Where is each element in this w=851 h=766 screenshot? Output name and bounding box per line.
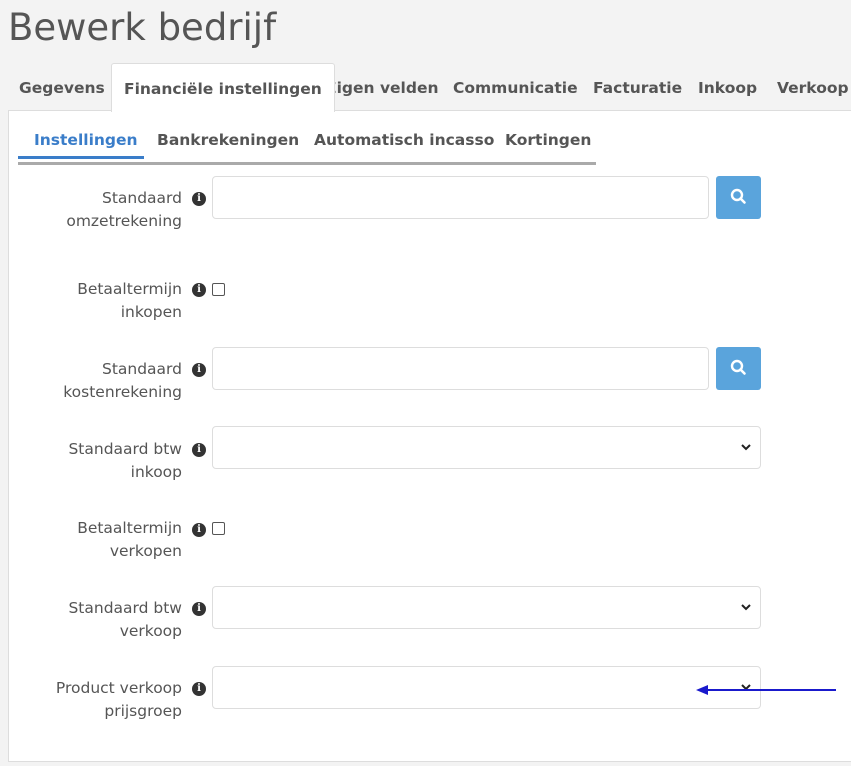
tab-inkoop[interactable]: Inkoop [698, 63, 757, 110]
betaaltermijn-inkopen-checkbox[interactable] [212, 283, 225, 296]
betaaltermijn-inkopen-label: Betaaltermijn inkopen [77, 280, 182, 321]
search-icon [730, 359, 746, 375]
page-title: Bewerk bedrijf [8, 6, 277, 49]
tab-communicatie[interactable]: Communicatie [453, 63, 578, 110]
btw-verkoop-label: Standaard btw verkoop [68, 599, 182, 640]
info-icon[interactable]: i [192, 682, 206, 696]
omzetrekening-label: Standaard omzetrekening [66, 189, 182, 230]
kostenrekening-search-button[interactable] [716, 347, 761, 390]
omzetrekening-search-button[interactable] [716, 176, 761, 219]
btw-inkoop-label: Standaard btw inkoop [68, 440, 182, 481]
sub-tabs: Instellingen Bankrekeningen Automatisch … [18, 122, 596, 165]
subtab-bankrekeningen[interactable]: Bankrekeningen [157, 122, 299, 159]
chevron-down-icon [741, 444, 751, 451]
kostenrekening-input[interactable] [212, 347, 709, 390]
omzetrekening-input[interactable] [212, 176, 709, 219]
subtab-kortingen[interactable]: Kortingen [505, 122, 591, 159]
tab-eigen-velden[interactable]: Eigen velden [326, 63, 439, 110]
kostenrekening-label: Standaard kostenrekening [63, 360, 182, 401]
annotation-arrow-icon [696, 685, 836, 695]
info-icon[interactable]: i [192, 363, 206, 377]
betaaltermijn-verkopen-checkbox[interactable] [212, 522, 225, 535]
subtab-automatisch-incasso[interactable]: Automatisch incasso [314, 122, 494, 159]
betaaltermijn-verkopen-label: Betaaltermijn verkopen [77, 519, 182, 560]
info-icon[interactable]: i [192, 283, 206, 297]
subtab-instellingen[interactable]: Instellingen [18, 122, 144, 159]
tab-financiele-instellingen[interactable]: Financiële instellingen [111, 63, 335, 112]
btw-verkoop-select[interactable] [212, 586, 761, 629]
btw-inkoop-select[interactable] [212, 426, 761, 469]
prijsgroep-select[interactable] [212, 666, 761, 709]
tab-gegevens[interactable]: Gegevens [19, 63, 105, 110]
search-icon [730, 188, 746, 204]
info-icon[interactable]: i [192, 602, 206, 616]
main-tabs: Gegevens Financiële instellingen Eigen v… [0, 63, 851, 112]
info-icon[interactable]: i [192, 192, 206, 206]
tab-facturatie[interactable]: Facturatie [593, 63, 682, 110]
prijsgroep-label: Product verkoop prijsgroep [55, 679, 182, 720]
chevron-down-icon [741, 604, 751, 611]
info-icon[interactable]: i [192, 443, 206, 457]
info-icon[interactable]: i [192, 523, 206, 537]
tab-verkoop[interactable]: Verkoop [777, 63, 849, 110]
